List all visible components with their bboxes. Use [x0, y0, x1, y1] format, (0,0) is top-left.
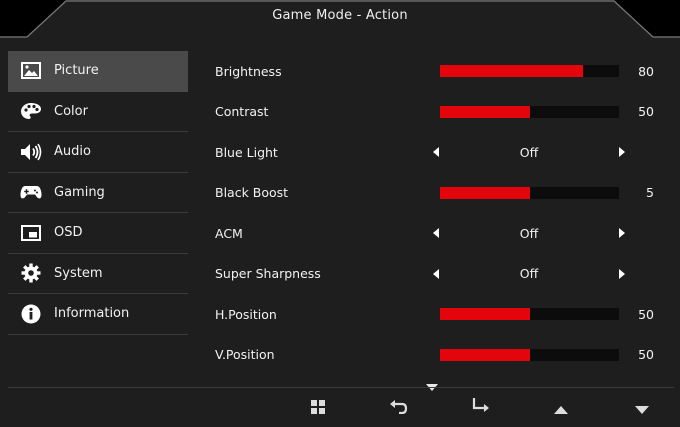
up-arrow-icon — [554, 399, 568, 418]
sidebar-item-label: Picture — [54, 63, 99, 79]
return-button[interactable] — [384, 396, 414, 420]
sidebar-item-color[interactable]: Color — [8, 92, 188, 132]
return-icon — [390, 399, 408, 418]
up-button[interactable] — [546, 396, 576, 420]
title-bar: Game Mode - Action — [0, 0, 680, 38]
sidebar-menu: Picture Color Audio Gaming OSD System In… — [8, 51, 188, 335]
brightness-slider[interactable] — [440, 65, 619, 77]
caret-left-icon[interactable] — [431, 268, 441, 280]
setting-label: H.Position — [215, 306, 277, 322]
setting-value: 80 — [638, 63, 654, 79]
slider-fill — [440, 186, 530, 199]
setting-label: V.Position — [215, 347, 275, 363]
page-title: Game Mode - Action — [272, 8, 408, 23]
sidebar-item-information[interactable]: Information — [8, 294, 188, 335]
setting-row-blue-light[interactable]: Blue Light Off — [215, 132, 665, 173]
black-boost-slider[interactable] — [440, 186, 619, 199]
menu-grid-icon — [311, 399, 325, 418]
setting-label: ACM — [215, 225, 243, 241]
setting-row-contrast[interactable]: Contrast 50 — [215, 92, 665, 133]
sidebar-item-system[interactable]: System — [8, 254, 188, 294]
caret-left-icon[interactable] — [431, 146, 441, 158]
down-arrow-icon — [635, 399, 649, 418]
setting-value: Off — [519, 225, 539, 241]
sidebar-item-osd[interactable]: OSD — [8, 213, 188, 254]
slider-fill — [440, 105, 530, 118]
menu-grid-button[interactable] — [303, 396, 333, 420]
setting-label: Blue Light — [215, 144, 278, 160]
setting-label: Brightness — [215, 63, 282, 79]
speaker-icon — [20, 141, 42, 163]
sidebar-item-label: OSD — [54, 225, 83, 241]
caret-right-icon[interactable] — [617, 268, 627, 280]
setting-row-v-position[interactable]: V.Position 50 — [215, 335, 665, 376]
h-position-slider[interactable] — [440, 308, 619, 320]
v-position-slider[interactable] — [440, 348, 619, 361]
caret-right-icon[interactable] — [617, 146, 627, 158]
osd-window-icon — [20, 222, 42, 244]
sidebar-item-audio[interactable]: Audio — [8, 132, 188, 173]
gear-icon — [20, 262, 42, 284]
sidebar-item-label: Audio — [54, 144, 91, 160]
enter-button[interactable] — [465, 396, 495, 420]
enter-icon — [471, 398, 489, 418]
setting-row-black-boost[interactable]: Black Boost 5 — [215, 173, 665, 214]
footer-divider — [8, 387, 674, 388]
info-icon — [20, 303, 42, 325]
picture-settings-list: Brightness 80 Contrast 50 Blue Light Off… — [215, 51, 665, 375]
setting-value: 50 — [638, 347, 654, 363]
setting-value: 50 — [638, 104, 654, 120]
caret-left-icon[interactable] — [431, 227, 441, 239]
setting-value: Off — [519, 266, 539, 282]
setting-value: Off — [519, 144, 539, 160]
setting-row-h-position[interactable]: H.Position 50 — [215, 294, 665, 335]
gamepad-icon — [20, 181, 42, 203]
sidebar-item-label: System — [54, 265, 103, 281]
setting-row-brightness[interactable]: Brightness 80 — [215, 51, 665, 92]
slider-fill — [440, 348, 530, 361]
setting-row-acm[interactable]: ACM Off — [215, 213, 665, 254]
setting-value: 50 — [638, 306, 654, 322]
sidebar-item-label: Color — [54, 103, 88, 119]
slider-fill — [440, 308, 530, 320]
slider-fill — [440, 65, 584, 77]
sidebar-item-picture[interactable]: Picture — [8, 51, 188, 92]
palette-icon — [20, 100, 42, 122]
setting-label: Super Sharpness — [215, 266, 321, 282]
scroll-down-indicator-icon — [426, 376, 438, 395]
down-button[interactable] — [627, 396, 657, 420]
contrast-slider[interactable] — [440, 105, 619, 118]
picture-icon — [20, 60, 42, 82]
sidebar-item-label: Information — [54, 306, 130, 322]
setting-value: 5 — [646, 185, 654, 201]
caret-right-icon[interactable] — [617, 227, 627, 239]
setting-label: Contrast — [215, 104, 269, 120]
setting-label: Black Boost — [215, 185, 289, 201]
sidebar-item-label: Gaming — [54, 184, 105, 200]
sidebar-item-gaming[interactable]: Gaming — [8, 173, 188, 213]
monitor-osd-panel: Game Mode - Action Picture Color Audio G… — [0, 0, 680, 427]
setting-row-super-sharpness[interactable]: Super Sharpness Off — [215, 254, 665, 295]
